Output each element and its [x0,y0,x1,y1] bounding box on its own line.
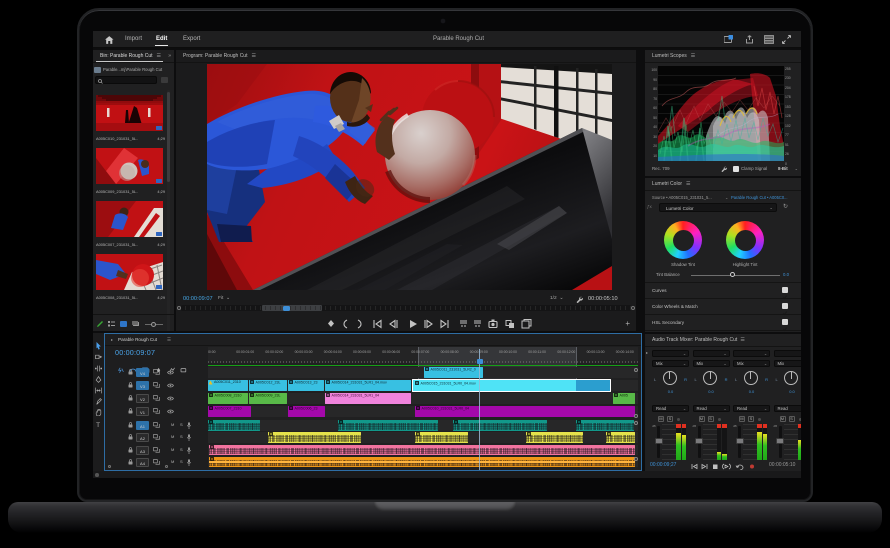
svg-text:T: T [96,422,100,428]
